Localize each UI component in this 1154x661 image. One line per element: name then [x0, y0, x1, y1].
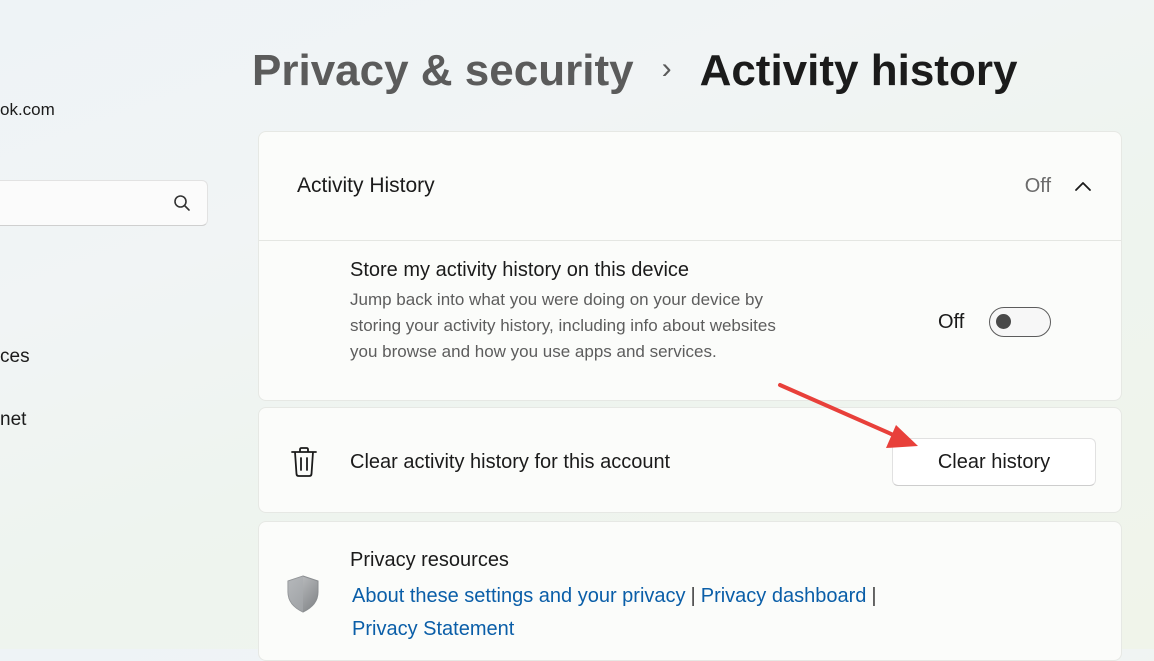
activity-history-title: Activity History: [297, 174, 435, 197]
search-input[interactable]: [0, 180, 208, 226]
link-separator: |: [871, 585, 877, 607]
breadcrumb-separator-icon: ›: [661, 52, 672, 85]
breadcrumb-parent-link[interactable]: Privacy & security: [252, 46, 634, 96]
store-activity-description: Jump back into what you were doing on yo…: [350, 290, 776, 361]
about-settings-privacy-link[interactable]: About these settings and your privacy: [352, 585, 686, 607]
sidebar-item-network[interactable]: net: [0, 409, 26, 431]
store-activity-setting: Store my activity history on this device…: [259, 241, 1121, 401]
store-activity-toggle[interactable]: [989, 307, 1051, 337]
shield-icon: [287, 575, 319, 613]
store-activity-toggle-label: Off: [938, 311, 965, 333]
privacy-resources-title: Privacy resources: [350, 549, 509, 571]
privacy-dashboard-link[interactable]: Privacy dashboard: [701, 585, 867, 607]
toggle-knob: [996, 314, 1011, 329]
activity-history-header[interactable]: Activity History Off: [259, 132, 1121, 241]
sidebar-item-devices[interactable]: ces: [0, 346, 30, 368]
privacy-resources-card: Privacy resources About these settings a…: [258, 521, 1122, 661]
activity-history-status: Off: [1024, 175, 1051, 197]
clear-history-button[interactable]: Clear history: [892, 438, 1096, 486]
privacy-resources-links: About these settings and your privacy | Pr…: [352, 580, 972, 646]
breadcrumb: Privacy & security › Activity history: [252, 46, 1017, 96]
account-email: ok.com: [0, 100, 55, 119]
chevron-up-icon[interactable]: [1073, 176, 1093, 196]
search-icon[interactable]: [173, 194, 191, 212]
privacy-statement-link[interactable]: Privacy Statement: [352, 618, 514, 640]
trash-icon: [291, 447, 317, 477]
store-activity-title: Store my activity history on this device: [350, 259, 690, 281]
clear-history-card: Clear activity history for this account …: [258, 407, 1122, 513]
activity-history-card: Activity History Off Store my activity h…: [258, 131, 1122, 401]
clear-history-label: Clear activity history for this account: [350, 451, 671, 473]
link-separator: |: [690, 585, 696, 607]
page-title: Activity history: [699, 46, 1018, 95]
